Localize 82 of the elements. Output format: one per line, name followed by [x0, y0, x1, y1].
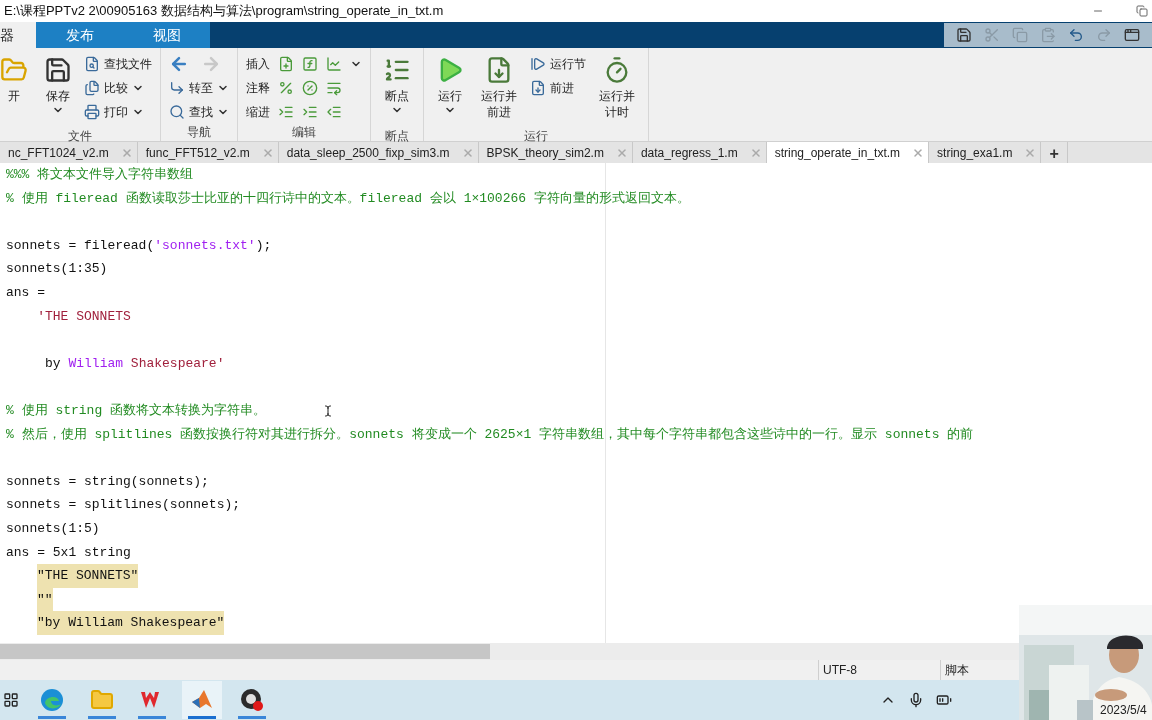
code-text: );: [255, 236, 272, 255]
close-icon[interactable]: [615, 146, 628, 159]
code-text: ans = 5x1 string: [6, 543, 131, 562]
output-text: Shakespeare': [130, 354, 225, 373]
string-literal: William: [68, 354, 125, 373]
code-text: ans =: [6, 283, 45, 302]
search-icon: [169, 104, 185, 120]
printer-icon: [84, 104, 100, 120]
taskbar-date: 2023/5/4: [1100, 702, 1147, 719]
save-icon[interactable]: [956, 27, 972, 43]
ribbon-button[interactable]: 运行: [432, 52, 468, 128]
scrollbar-thumb[interactable]: [0, 644, 490, 659]
ribbon-tab[interactable]: 器: [0, 22, 36, 48]
highlighted-output: "": [37, 587, 53, 612]
window-icon[interactable]: [1124, 27, 1140, 43]
ribbon-button[interactable]: 转至: [169, 76, 229, 100]
browser-icon: [40, 688, 64, 712]
ribbon-button[interactable]: 前进: [530, 76, 586, 100]
ribbon-button[interactable]: 运行并前进: [476, 52, 522, 128]
code-text: sonnets = string(sonnets);: [6, 472, 209, 491]
step-icon: [530, 56, 546, 72]
ribbon-button[interactable]: 比较: [84, 76, 152, 100]
ribbon-button[interactable]: 查找文件: [84, 52, 152, 76]
close-icon[interactable]: [261, 146, 274, 159]
close-icon[interactable]: [461, 146, 474, 159]
edit-tool-icon[interactable]: [278, 80, 294, 96]
edit-tool-icon[interactable]: [278, 104, 294, 120]
code-comment: %%% 将文本文件导入字符串数组: [6, 166, 194, 184]
highlighted-output: "THE SONNETS": [37, 564, 139, 588]
recorder-icon: [240, 688, 264, 712]
code-text: sonnets = splitlines(sonnets);: [6, 496, 241, 515]
battery-icon[interactable]: [936, 692, 952, 708]
group-label: 文件: [67, 128, 93, 145]
group-label: 导航: [186, 124, 212, 141]
code-comment: % 使用 fileread 函数读取莎士比亚的十四行诗中的文本。fileread 会以 1×100266 字符向量的形式返回文本。: [6, 189, 690, 208]
ribbon-button[interactable]: 插入: [246, 55, 270, 73]
close-icon[interactable]: [749, 146, 762, 159]
text-cursor-icon: [322, 403, 334, 419]
ribbon-button[interactable]: 查找: [169, 100, 229, 124]
task-view-icon: [3, 692, 19, 708]
group-label: 断点: [384, 128, 410, 145]
folder-icon: [90, 688, 114, 712]
edit-tool-icon[interactable]: [302, 56, 318, 72]
edit-tool-icon[interactable]: [302, 80, 318, 96]
compare-icon: [84, 80, 100, 96]
goto-arrow-icon: [169, 80, 185, 96]
ribbon-button[interactable]: 开: [0, 52, 32, 128]
ribbon-button[interactable]: 注释: [246, 79, 270, 97]
code-text: by: [44, 354, 62, 373]
ribbon-button[interactable]: 运行并计时: [594, 52, 640, 128]
edit-tool-icon[interactable]: [326, 56, 342, 72]
ribbon-button[interactable]: 保存: [40, 52, 76, 128]
group-label: 编辑: [291, 124, 317, 141]
code-text: sonnets = fileread(: [6, 236, 155, 255]
group-label: 运行: [523, 128, 549, 145]
string-literal: 'sonnets.txt': [154, 236, 256, 255]
back-icon[interactable]: [169, 54, 189, 74]
undo-icon[interactable]: [1068, 27, 1084, 43]
save-icon: [44, 56, 72, 84]
close-icon[interactable]: [1024, 146, 1037, 159]
edit-tool-icon[interactable]: [326, 104, 342, 120]
ribbon-button[interactable]: 缩进: [246, 103, 270, 121]
ribbon-button[interactable]: 运行节: [530, 52, 586, 76]
ribbon-button[interactable]: 断点: [379, 52, 415, 128]
ribbon-button[interactable]: 打印: [84, 100, 152, 124]
code-text: sonnets(1:35): [6, 260, 108, 279]
edit-tool-icon[interactable]: [278, 56, 294, 72]
output-text: 'THE SONNETS: [36, 307, 131, 326]
edit-tool-icon[interactable]: [326, 80, 342, 96]
code-comment: % 使用 string 函数将文本转换为字符串。: [6, 401, 266, 420]
editor-tab[interactable]: string_operate_in_txt.m: [766, 142, 930, 163]
highlighted-output: "by William Shakespeare": [37, 611, 225, 635]
window-title: E:\课程PPTv2 2\00905163 数据结构与算法\program\string_operate_in_txt.m: [4, 2, 444, 21]
close-icon[interactable]: [912, 146, 925, 159]
edit-tool-icon[interactable]: [302, 104, 318, 120]
microphone-icon[interactable]: [908, 692, 924, 708]
document-arrow-icon: [530, 80, 546, 96]
code-text: sonnets(1:5): [6, 519, 100, 538]
code-comment: % 然后，使用 splitlines 函数按换行符对其进行拆分。sonnets 将变成一个 2625×1 字符串数组，其中每个字符串都包含这些诗中的一行。显示 sonnets 的前: [6, 425, 974, 444]
file-search-icon: [84, 56, 100, 72]
restore-icon[interactable]: [1136, 5, 1148, 17]
close-icon[interactable]: [120, 146, 133, 159]
